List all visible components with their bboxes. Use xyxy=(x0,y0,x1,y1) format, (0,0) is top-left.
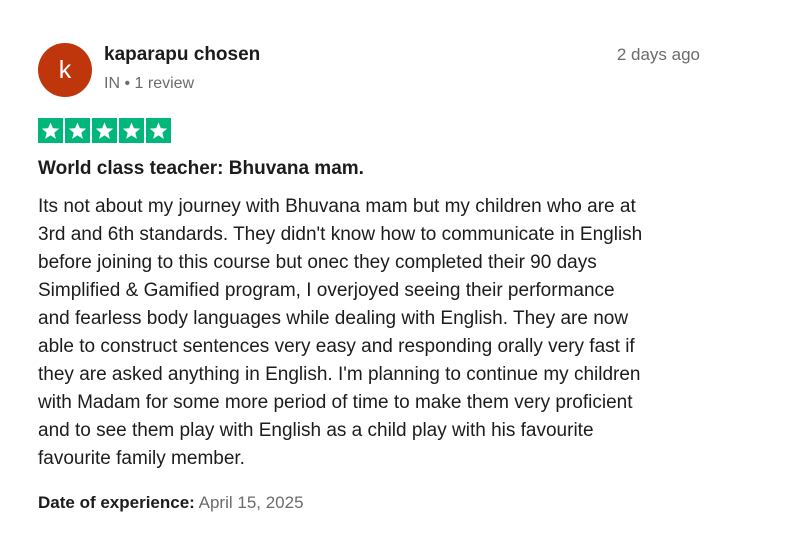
star-icon xyxy=(146,118,171,143)
star-rating xyxy=(38,118,171,143)
date-of-experience: Date of experience: April 15, 2025 xyxy=(38,493,304,513)
experience-label: Date of experience: xyxy=(38,493,195,512)
experience-date: April 15, 2025 xyxy=(198,493,304,512)
reviewer-review-count: 1 review xyxy=(134,75,195,92)
star-icon xyxy=(65,118,90,143)
review-body-line: Simplified & Gamified program, I overjoy… xyxy=(38,280,615,301)
star-icon xyxy=(119,118,144,143)
review-body-line: and to see them play with English as a c… xyxy=(38,420,594,441)
reviewer-meta: IN • 1 review xyxy=(104,75,194,93)
meta-separator: • xyxy=(124,75,131,92)
review-body-line: Its not about my journey with Bhuvana ma… xyxy=(38,196,636,217)
review-body-line: 3rd and 6th standards. They didn't know … xyxy=(38,224,643,245)
review-card: k kaparapu chosen IN • 1 review 2 days a… xyxy=(0,0,785,536)
star-icon xyxy=(38,118,63,143)
star-icon xyxy=(92,118,117,143)
review-body-line: favourite family member. xyxy=(38,448,245,469)
reviewer-country: IN xyxy=(104,75,120,92)
review-body-line: with Madam for some more period of time … xyxy=(38,392,633,413)
review-title[interactable]: World class teacher: Bhuvana mam. xyxy=(38,158,364,180)
posted-time: 2 days ago xyxy=(616,45,700,64)
review-body-line: and fearless body languages while dealin… xyxy=(38,308,629,329)
reviewer-name[interactable]: kaparapu chosen xyxy=(104,44,260,66)
review-body-line: before joining to this course but onec t… xyxy=(38,252,597,273)
avatar[interactable]: k xyxy=(38,43,92,97)
review-body-line: able to construct sentences very easy an… xyxy=(38,336,635,357)
review-body: Its not about my journey with Bhuvana ma… xyxy=(38,193,738,473)
review-body-line: they are asked anything in English. I'm … xyxy=(38,364,641,385)
